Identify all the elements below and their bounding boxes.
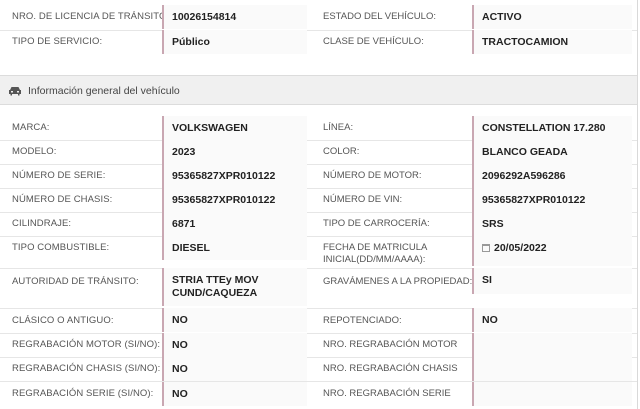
gravamenes-value: SI bbox=[472, 268, 632, 294]
linea-label: LÍNEA: bbox=[323, 122, 354, 133]
marca-value: VOLKSWAGEN bbox=[162, 116, 307, 140]
cilindraje-label: CILINDRAJE: bbox=[12, 218, 72, 229]
carroceria-value: SRS bbox=[472, 212, 632, 236]
modelo-value: 2023 bbox=[162, 140, 307, 164]
serie-label: NÚMERO DE SERIE: bbox=[12, 170, 106, 181]
autoridad-label: AUTORIDAD DE TRÁNSITO: bbox=[12, 276, 139, 287]
serie-value: 95365827XPR010122 bbox=[162, 164, 307, 188]
reg-serie-label: REGRABACIÓN SERIE (SI/NO): bbox=[12, 388, 154, 399]
reg-chasis-value: NO bbox=[162, 357, 307, 381]
estado-label: ESTADO DEL VEHÍCULO: bbox=[323, 11, 436, 22]
vin-value: 95365827XPR010122 bbox=[472, 188, 632, 212]
carroceria-label: TIPO DE CARROCERÍA: bbox=[323, 218, 430, 229]
reg-serie-value: NO bbox=[162, 382, 307, 406]
reg-motor-label: REGRABACIÓN MOTOR (SI/NO): bbox=[12, 339, 161, 350]
modelo-label: MODELO: bbox=[12, 146, 57, 157]
linea-value: CONSTELLATION 17.280 bbox=[472, 116, 632, 140]
servicio-label: TIPO DE SERVICIO: bbox=[12, 36, 103, 47]
clase-value: TRACTOCAMION bbox=[472, 30, 632, 54]
autoridad-value-line-1: STRIA TTEy MOV bbox=[172, 274, 259, 286]
nro-reg-serie-value bbox=[472, 382, 632, 406]
autoridad-value-line-2: CUND/CAQUEZA bbox=[172, 287, 258, 299]
reg-motor-value: NO bbox=[162, 333, 307, 357]
estado-value: ACTIVO bbox=[472, 5, 632, 29]
licencia-value: 10026154814 bbox=[162, 5, 307, 29]
matricula-value: 20/05/2022 bbox=[494, 242, 547, 254]
motor-value: 2096292A596286 bbox=[472, 164, 632, 188]
matricula-label-line-2: INICIAL(DD/MM/AAAA): bbox=[323, 254, 426, 265]
gravamenes-label: GRAVÁMENES A LA PROPIEDAD: bbox=[323, 276, 473, 287]
color-value: BLANCO GEADA bbox=[472, 140, 632, 164]
chasis-value: 95365827XPR010122 bbox=[162, 188, 307, 212]
repotenciado-value: NO bbox=[472, 308, 632, 332]
vehicle-info-panel: NRO. DE LICENCIA DE TRÁNSITO: 1002615481… bbox=[0, 0, 638, 409]
color-label: COLOR: bbox=[323, 146, 360, 157]
combustible-value: DIESEL bbox=[162, 236, 307, 260]
chasis-label: NÚMERO DE CHASIS: bbox=[12, 194, 113, 205]
nro-reg-chasis-label: NRO. REGRABACIÓN CHASIS bbox=[323, 363, 458, 374]
nro-reg-serie-label: NRO. REGRABACIÓN SERIE bbox=[323, 388, 451, 399]
repotenciado-label: REPOTENCIADO: bbox=[323, 315, 402, 326]
clase-label: CLASE DE VEHÍCULO: bbox=[323, 36, 424, 47]
nro-reg-motor-value bbox=[472, 333, 632, 357]
reg-chasis-label: REGRABACIÓN CHASIS (SI/NO): bbox=[12, 363, 161, 374]
combustible-label: TIPO COMBUSTIBLE: bbox=[12, 242, 110, 253]
clasico-value: NO bbox=[162, 308, 307, 332]
section-header: Información general del vehículo bbox=[0, 75, 637, 105]
autoridad-value: STRIA TTEy MOV CUND/CAQUEZA bbox=[162, 268, 307, 306]
cilindraje-value: 6871 bbox=[162, 212, 307, 236]
vin-label: NÚMERO DE VIN: bbox=[323, 194, 403, 205]
clasico-label: CLÁSICO O ANTIGUO: bbox=[12, 315, 114, 326]
matricula-value-box: 20/05/2022 bbox=[472, 236, 632, 266]
licencia-label: NRO. DE LICENCIA DE TRÁNSITO: bbox=[12, 11, 170, 22]
section-title: Información general del vehículo bbox=[28, 85, 180, 97]
matricula-label: FECHA DE MATRICULA INICIAL(DD/MM/AAAA): bbox=[323, 242, 427, 266]
nro-reg-chasis-value bbox=[472, 357, 632, 381]
nro-reg-motor-label: NRO. REGRABACIÓN MOTOR bbox=[323, 339, 458, 350]
motor-label: NÚMERO DE MOTOR: bbox=[323, 170, 422, 181]
matricula-label-line-1: FECHA DE MATRICULA bbox=[323, 242, 428, 253]
car-icon bbox=[9, 87, 21, 96]
calendar-icon bbox=[482, 244, 490, 252]
marca-label: MARCA: bbox=[12, 122, 50, 133]
servicio-value: Público bbox=[162, 30, 307, 54]
